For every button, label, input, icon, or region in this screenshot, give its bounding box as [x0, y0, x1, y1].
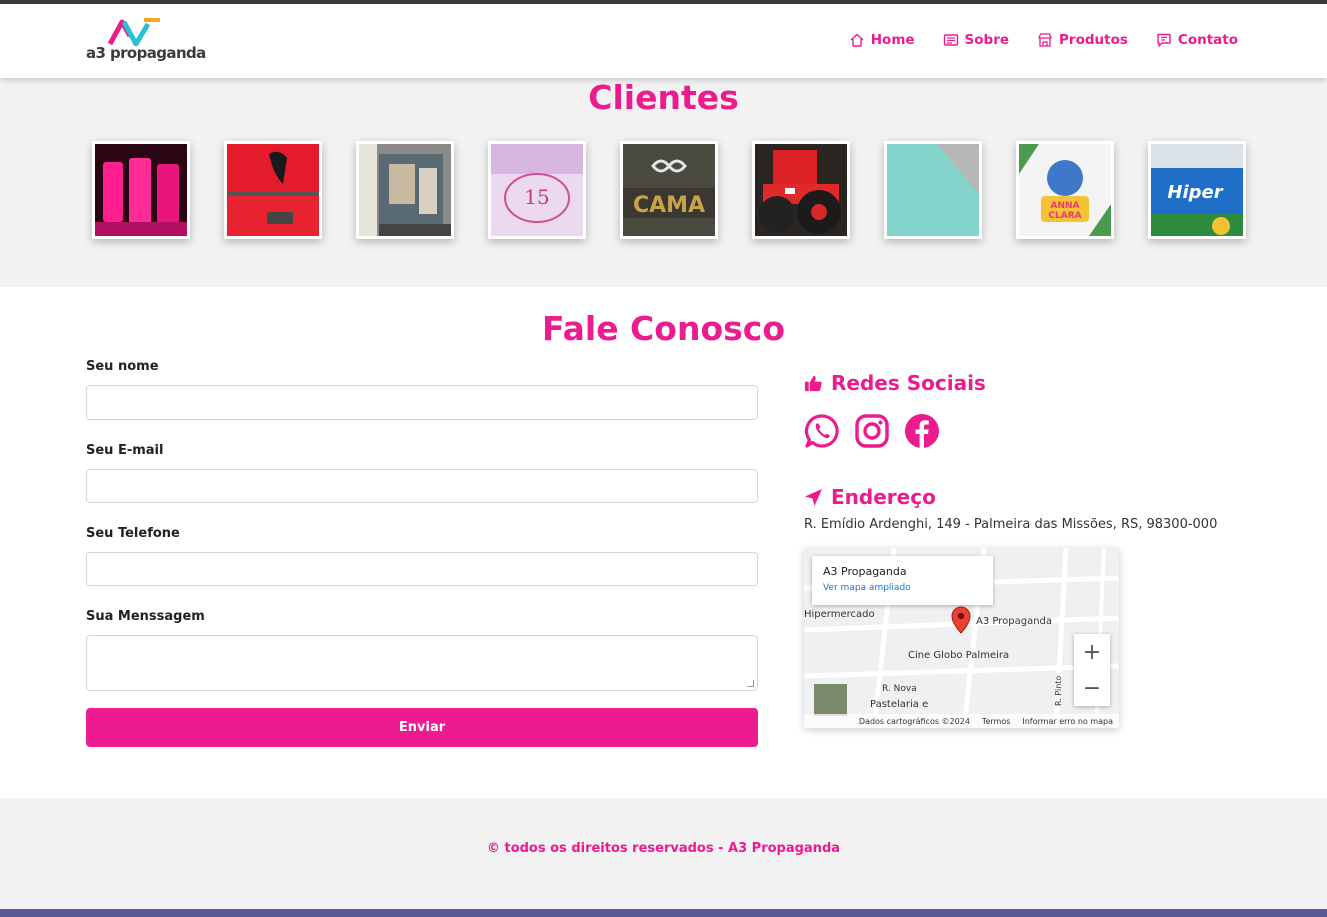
svg-text:ANNA: ANNA: [1051, 201, 1080, 211]
map-enlarge-link[interactable]: Ver mapa ampliado: [823, 583, 982, 593]
submit-button[interactable]: Enviar: [86, 708, 758, 747]
home-icon: [850, 33, 864, 47]
client-thumb-pink-cups[interactable]: [92, 141, 190, 239]
name-field[interactable]: [86, 385, 758, 420]
nav-contato-label: Contato: [1177, 32, 1238, 48]
email-label: Seu E-mail: [86, 443, 164, 458]
map-place-name: A3 Propaganda: [823, 565, 907, 578]
chat-icon: [1157, 33, 1171, 47]
logo-wordmark: a3 propaganda: [86, 44, 206, 62]
map-place-card: A3 Propaganda Ver mapa ampliado: [812, 556, 993, 605]
svg-text:15: 15: [524, 185, 549, 209]
client-thumb-camaro-sign[interactable]: CAMA: [620, 141, 718, 239]
store-icon: [1038, 33, 1052, 47]
client-thumb-red-tractor[interactable]: [752, 141, 850, 239]
zoom-in-button[interactable]: +: [1074, 634, 1110, 670]
map-label-cine: Cine Globo Palmeira: [908, 650, 1010, 661]
message-label: Sua Menssagem: [86, 609, 205, 624]
zoom-out-button[interactable]: −: [1074, 670, 1110, 706]
name-label: Seu nome: [86, 359, 159, 374]
client-thumb-window-graphic[interactable]: [356, 141, 454, 239]
main-nav: Home Sobre Produtos Contato: [849, 32, 1238, 48]
client-thumb-storefront[interactable]: Hiper: [1148, 141, 1246, 239]
clients-section: Clientes 15 CAMA ANNA CLARA Hiper: [0, 78, 1327, 287]
facebook-icon[interactable]: [904, 413, 940, 453]
logo[interactable]: a3 propaganda: [86, 16, 206, 68]
clients-title: Clientes: [588, 78, 739, 117]
phone-field[interactable]: [86, 552, 758, 586]
nav-contato[interactable]: Contato: [1156, 32, 1238, 48]
footer-copyright: © todos os direitos reservados - A3 Prop…: [486, 841, 841, 856]
address-text: R. Emídio Ardenghi, 149 - Palmeira das M…: [804, 517, 1218, 532]
thumbs-up-icon: [804, 375, 822, 391]
map-label-pastelaria: Pastelaria e: [870, 699, 929, 710]
map-attribution: Dados cartográficos ©2024: [858, 716, 970, 726]
map-label-r-pinto: R. Pinto: [1054, 675, 1063, 706]
map-report-link[interactable]: Informar erro no mapa: [1022, 717, 1113, 726]
map-pin-icon[interactable]: [950, 606, 972, 634]
map-zoom-controls: + −: [1074, 634, 1110, 706]
map-label-pin: A3 Propaganda: [976, 616, 1053, 627]
client-thumb-15-party[interactable]: 15: [488, 141, 586, 239]
nav-home[interactable]: Home: [849, 32, 915, 48]
social-links: [804, 413, 1244, 453]
contact-form: Seu nome Seu E-mail Seu Telefone Sua Men…: [86, 359, 758, 747]
contact-title: Fale Conosco: [542, 309, 785, 348]
whatsapp-icon[interactable]: [804, 413, 840, 453]
client-thumb-invite[interactable]: ANNA CLARA: [1016, 141, 1114, 239]
nav-home-label: Home: [870, 32, 915, 48]
message-field[interactable]: [86, 635, 758, 691]
bottom-accent-bar: [0, 909, 1327, 917]
nav-sobre-label: Sobre: [964, 32, 1010, 48]
social-heading: Redes Sociais: [804, 371, 1244, 395]
svg-text:CAMA: CAMA: [633, 193, 705, 218]
client-thumb-teal-card[interactable]: [884, 141, 982, 239]
page-footer: © todos os direitos reservados - A3 Prop…: [0, 798, 1327, 909]
nav-sobre[interactable]: Sobre: [943, 32, 1009, 48]
address-title: Endereço: [831, 485, 936, 509]
nav-produtos-label: Produtos: [1059, 32, 1128, 48]
embedded-map[interactable]: A3 Propaganda Ver mapa ampliado Hipermer…: [804, 548, 1119, 728]
client-thumb-red-truck[interactable]: [224, 141, 322, 239]
contact-section: Fale Conosco Seu nome Seu E-mail Seu Tel…: [0, 287, 1327, 798]
clients-gallery: 15 CAMA ANNA CLARA Hiper: [92, 141, 1246, 239]
instagram-icon[interactable]: [854, 413, 890, 453]
map-terms-link[interactable]: Termos: [982, 717, 1010, 726]
navbar: a3 propaganda Home Sobre Produtos Contat…: [0, 4, 1327, 78]
social-title: Redes Sociais: [831, 371, 986, 395]
svg-text:Hiper: Hiper: [1167, 182, 1223, 203]
phone-label: Seu Telefone: [86, 526, 180, 541]
nav-produtos[interactable]: Produtos: [1037, 32, 1128, 48]
address-heading: Endereço: [804, 485, 1244, 509]
logo-mark-icon: [107, 18, 160, 46]
document-icon: [943, 34, 958, 46]
email-field[interactable]: [86, 469, 758, 503]
map-footer: Dados cartográficos ©2024 Termos Informa…: [804, 714, 1119, 728]
svg-text:CLARA: CLARA: [1048, 211, 1081, 221]
location-arrow-icon: [804, 488, 823, 506]
map-label-r-nova: R. Nova: [882, 684, 917, 694]
contact-sidebar: Redes Sociais Endereço R. Emídio Ardengh…: [804, 371, 1244, 728]
map-label-hipermercado: Hipermercado: [804, 609, 875, 620]
